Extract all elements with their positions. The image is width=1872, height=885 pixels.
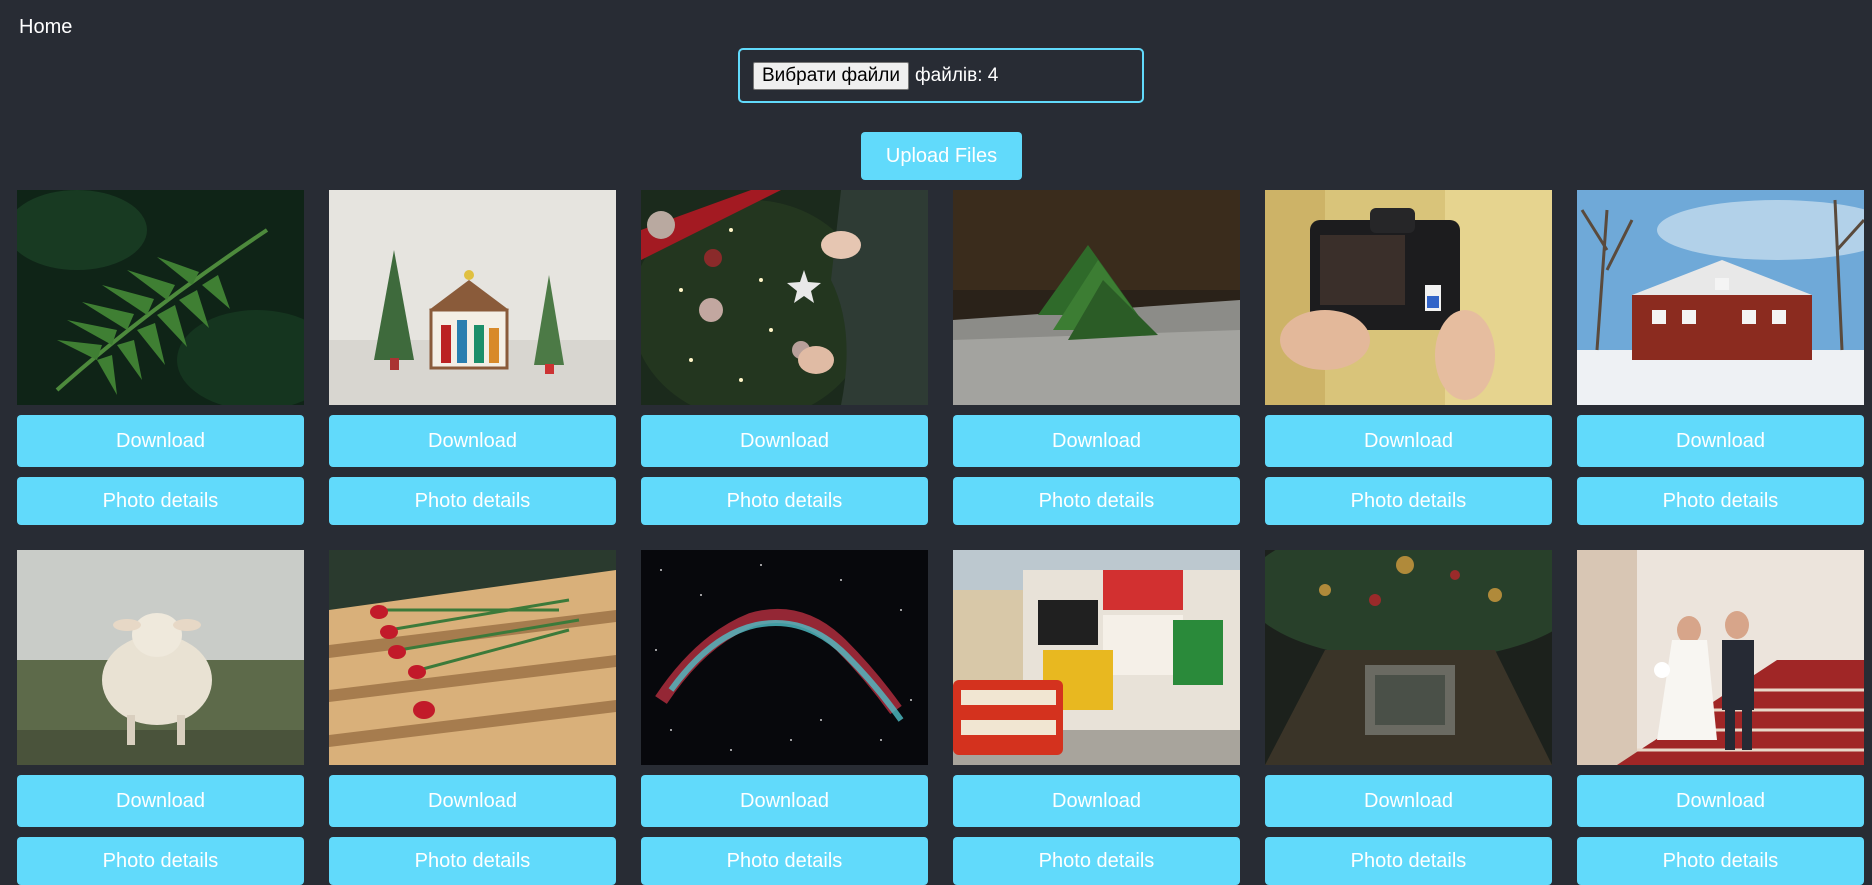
photo-details-button[interactable]: Photo details <box>329 837 616 885</box>
download-button[interactable]: Download <box>17 775 304 827</box>
photo-image <box>1265 550 1552 765</box>
file-input[interactable]: Вибрати файли файлів: 4 <box>738 48 1144 103</box>
photo-card: Download Photo details <box>329 550 616 885</box>
photo-image <box>1577 190 1864 405</box>
download-button[interactable]: Download <box>17 415 304 467</box>
photo-details-button[interactable]: Photo details <box>953 477 1240 525</box>
photo-card: Download Photo details <box>953 550 1240 885</box>
photo-image <box>1577 550 1864 765</box>
choose-files-button[interactable]: Вибрати файли <box>753 61 909 90</box>
photo-image <box>641 190 928 405</box>
photo-card: Download Photo details <box>329 190 616 525</box>
download-button[interactable]: Download <box>329 775 616 827</box>
photo-card: Download Photo details <box>641 190 928 525</box>
photo-card: Download Photo details <box>17 550 304 885</box>
photo-details-button[interactable]: Photo details <box>1577 477 1864 525</box>
download-button[interactable]: Download <box>1577 415 1864 467</box>
photo-image <box>329 190 616 405</box>
photo-card: Download Photo details <box>1265 550 1552 885</box>
photo-image <box>17 190 304 405</box>
home-link[interactable]: Home <box>19 16 72 39</box>
photo-details-button[interactable]: Photo details <box>17 837 304 885</box>
download-button[interactable]: Download <box>329 415 616 467</box>
photo-details-button[interactable]: Photo details <box>1265 837 1552 885</box>
photo-details-button[interactable]: Photo details <box>1577 837 1864 885</box>
photo-image <box>953 550 1240 765</box>
photo-card: Download Photo details <box>1265 190 1552 525</box>
file-count-label: файлів: 4 <box>915 64 999 86</box>
download-button[interactable]: Download <box>1265 415 1552 467</box>
photo-image <box>641 550 928 765</box>
download-button[interactable]: Download <box>1577 775 1864 827</box>
photo-details-button[interactable]: Photo details <box>1265 477 1552 525</box>
download-button[interactable]: Download <box>953 775 1240 827</box>
download-button[interactable]: Download <box>641 775 928 827</box>
photo-card: Download Photo details <box>1577 550 1864 885</box>
photo-card: Download Photo details <box>1577 190 1864 525</box>
photo-image <box>329 550 616 765</box>
download-button[interactable]: Download <box>1265 775 1552 827</box>
photo-details-button[interactable]: Photo details <box>953 837 1240 885</box>
photo-card: Download Photo details <box>953 190 1240 525</box>
photo-image <box>1265 190 1552 405</box>
photo-image <box>953 190 1240 405</box>
photo-card: Download Photo details <box>17 190 304 525</box>
photo-details-button[interactable]: Photo details <box>17 477 304 525</box>
photo-details-button[interactable]: Photo details <box>641 837 928 885</box>
photo-grid: Download Photo details Download Photo de… <box>17 190 1867 885</box>
photo-image <box>17 550 304 765</box>
photo-card: Download Photo details <box>641 550 928 885</box>
upload-files-button[interactable]: Upload Files <box>861 132 1022 180</box>
download-button[interactable]: Download <box>641 415 928 467</box>
photo-details-button[interactable]: Photo details <box>641 477 928 525</box>
photo-details-button[interactable]: Photo details <box>329 477 616 525</box>
download-button[interactable]: Download <box>953 415 1240 467</box>
